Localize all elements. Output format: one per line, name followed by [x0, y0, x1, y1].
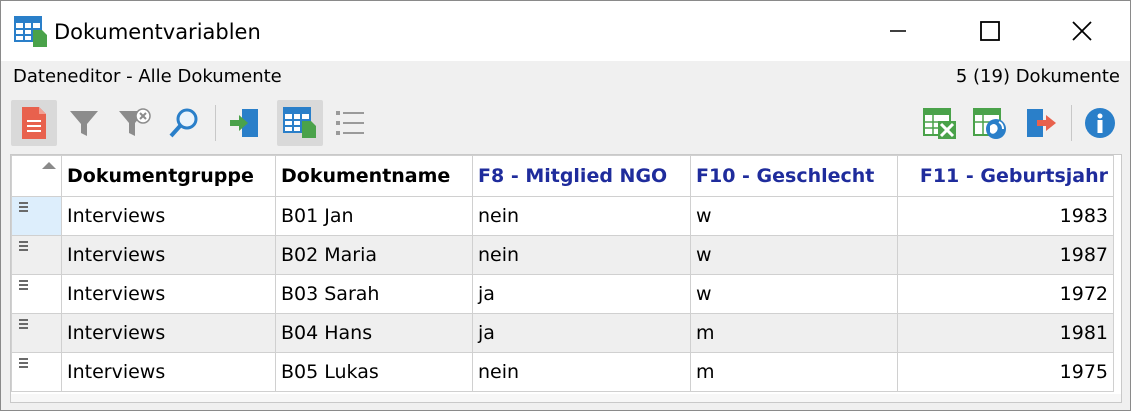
row-drag-icon	[19, 280, 28, 290]
row-drag-icon	[19, 358, 28, 368]
cell-f10-geschlecht[interactable]: m	[690, 313, 898, 353]
cell-dokumentgruppe[interactable]: Interviews	[61, 196, 276, 236]
select-all-corner[interactable]	[11, 155, 62, 197]
cell-f8-mitglied-ngo[interactable]: ja	[472, 274, 691, 314]
cell-f8-mitglied-ngo[interactable]: ja	[472, 313, 691, 353]
minimize-icon	[890, 30, 906, 32]
document-icon	[22, 107, 46, 139]
list-view-button[interactable]	[327, 100, 373, 146]
close-icon	[1072, 21, 1092, 41]
export-button[interactable]	[1019, 100, 1065, 146]
row-selector[interactable]	[11, 274, 62, 314]
import-icon	[230, 109, 258, 137]
cell-f10-geschlecht[interactable]: w	[690, 235, 898, 275]
info-button[interactable]	[1077, 100, 1123, 146]
web-export-button[interactable]	[967, 100, 1013, 146]
cell-dokumentgruppe[interactable]: Interviews	[61, 235, 276, 275]
cell-dokumentname[interactable]: B05 Lukas	[275, 352, 473, 392]
table-header-row: Dokumentgruppe Dokumentname F8 - Mitglie…	[11, 155, 1114, 197]
table-view-button[interactable]	[277, 100, 323, 146]
cell-f11-geburtsjahr[interactable]: 1975	[897, 352, 1114, 392]
document-count-label: 5 (19) Dokumente	[955, 66, 1120, 87]
column-header-dokumentname[interactable]: Dokumentname	[275, 155, 473, 197]
table-row[interactable]: Interviews B05 Lukas nein m 1975	[11, 352, 1114, 392]
dokumentvariablen-window: Dokumentvariablen Dateneditor - Alle Dok…	[0, 0, 1131, 411]
table-row[interactable]: Interviews B04 Hans ja m 1981	[11, 313, 1114, 353]
cell-f8-mitglied-ngo[interactable]: nein	[472, 196, 691, 236]
cell-f8-mitglied-ngo[interactable]: nein	[472, 235, 691, 275]
cell-dokumentgruppe[interactable]: Interviews	[61, 313, 276, 353]
cell-dokumentname[interactable]: B02 Maria	[275, 235, 473, 275]
maximize-icon	[980, 21, 1000, 41]
excel-export-button[interactable]	[917, 100, 963, 146]
toolbar-separator	[1071, 105, 1072, 141]
cell-dokumentgruppe[interactable]: Interviews	[61, 352, 276, 392]
excel-export-icon	[923, 108, 956, 139]
clear-filter-icon	[119, 108, 151, 136]
toolbar-separator	[215, 105, 216, 141]
cell-f10-geschlecht[interactable]: w	[690, 196, 898, 236]
horizontal-scrollbar[interactable]	[11, 394, 1121, 402]
search-icon	[169, 108, 198, 138]
data-grid: Dokumentgruppe Dokumentname F8 - Mitglie…	[10, 154, 1122, 403]
cell-f11-geburtsjahr[interactable]: 1983	[897, 196, 1114, 236]
cell-f11-geburtsjahr[interactable]: 1981	[897, 313, 1114, 353]
row-selector[interactable]	[11, 196, 62, 236]
clear-filter-button[interactable]	[111, 100, 157, 146]
title-bar: Dokumentvariablen	[1, 1, 1130, 61]
toolbar	[1, 95, 1130, 149]
table-view-icon	[283, 107, 316, 138]
column-header-f8-mitglied-ngo[interactable]: F8 - Mitglied NGO	[472, 155, 691, 197]
web-export-icon	[973, 108, 1006, 139]
row-drag-icon	[19, 241, 28, 251]
document-variables-table: Dokumentgruppe Dokumentname F8 - Mitglie…	[11, 155, 1114, 392]
table-row[interactable]: Interviews B03 Sarah ja w 1972	[11, 274, 1114, 314]
cell-dokumentname[interactable]: B03 Sarah	[275, 274, 473, 314]
close-button[interactable]	[1036, 1, 1128, 61]
cell-dokumentgruppe[interactable]: Interviews	[61, 274, 276, 314]
table-row[interactable]: Interviews B02 Maria nein w 1987	[11, 235, 1114, 275]
import-button[interactable]	[221, 100, 267, 146]
list-view-icon	[336, 111, 364, 135]
export-icon	[1027, 109, 1056, 137]
document-button[interactable]	[11, 100, 57, 146]
cell-f8-mitglied-ngo[interactable]: nein	[472, 352, 691, 392]
column-header-f11-geburtsjahr[interactable]: F11 - Geburtsjahr	[897, 155, 1114, 197]
cell-dokumentname[interactable]: B04 Hans	[275, 313, 473, 353]
maximize-button[interactable]	[944, 1, 1036, 61]
column-header-f10-geschlecht[interactable]: F10 - Geschlecht	[690, 155, 898, 197]
row-selector[interactable]	[11, 313, 62, 353]
filter-icon	[70, 111, 98, 136]
table-row[interactable]: Interviews B01 Jan nein w 1983	[11, 196, 1114, 236]
row-selector[interactable]	[11, 235, 62, 275]
cell-f11-geburtsjahr[interactable]: 1972	[897, 274, 1114, 314]
row-drag-icon	[19, 202, 28, 212]
editor-scope-label: Dateneditor - Alle Dokumente	[13, 66, 282, 87]
cell-f10-geschlecht[interactable]: m	[690, 352, 898, 392]
row-drag-icon	[19, 319, 28, 329]
sort-ascending-icon	[42, 162, 56, 169]
filter-button[interactable]	[61, 100, 107, 146]
search-button[interactable]	[161, 100, 207, 146]
info-icon	[1085, 108, 1115, 138]
minimize-button[interactable]	[852, 1, 944, 61]
cell-f11-geburtsjahr[interactable]: 1987	[897, 235, 1114, 275]
cell-dokumentname[interactable]: B01 Jan	[275, 196, 473, 236]
window-title: Dokumentvariablen	[54, 20, 261, 44]
sub-header: Dateneditor - Alle Dokumente 5 (19) Doku…	[1, 61, 1130, 93]
row-selector[interactable]	[11, 352, 62, 392]
cell-f10-geschlecht[interactable]: w	[690, 274, 898, 314]
table-view-icon	[14, 16, 47, 47]
column-header-dokumentgruppe[interactable]: Dokumentgruppe	[61, 155, 276, 197]
